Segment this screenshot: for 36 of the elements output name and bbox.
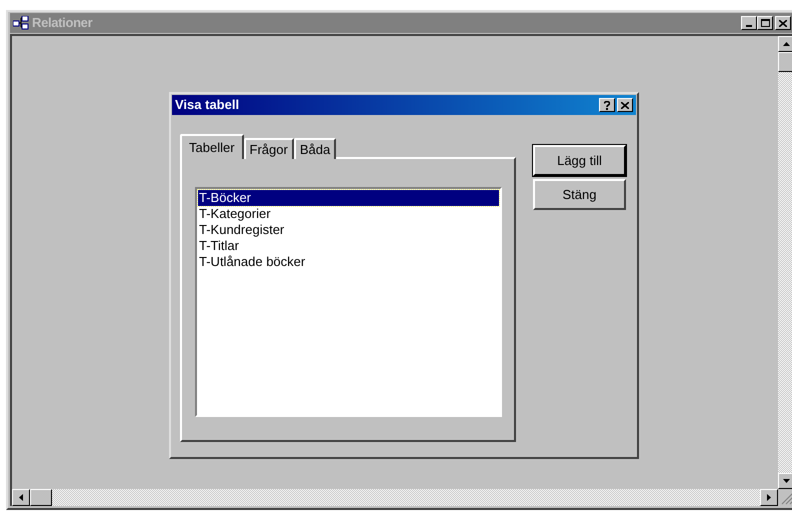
scroll-right-button[interactable] — [760, 489, 778, 506]
window-title: Relationer — [32, 14, 92, 32]
help-icon — [604, 100, 610, 110]
dialog-button[interactable]: Lägg till — [533, 145, 626, 176]
tab[interactable]: Frågor — [244, 138, 294, 159]
maximize-button[interactable] — [757, 16, 773, 30]
close-button[interactable] — [617, 98, 633, 112]
help-button[interactable] — [599, 98, 615, 112]
minimize-icon — [746, 25, 752, 27]
scroll-left-button[interactable] — [12, 489, 30, 506]
scroll-thumb[interactable] — [778, 52, 792, 72]
list-item[interactable]: T-Böcker — [198, 190, 499, 206]
relationships-icon — [13, 16, 29, 30]
tab[interactable]: Tabeller — [180, 134, 244, 159]
vertical-scrollbar[interactable] — [778, 36, 792, 489]
dialog-title: Visa tabell — [175, 96, 240, 114]
list-item[interactable]: T-Titlar — [198, 238, 499, 254]
scroll-thumb[interactable] — [30, 489, 52, 506]
left-arrow-icon — [19, 494, 23, 501]
minimize-button[interactable] — [741, 16, 757, 30]
tab[interactable]: Båda — [294, 138, 336, 159]
list-item[interactable]: T-Kundregister — [198, 222, 499, 238]
table-list[interactable]: T-Böcker T-Kategorier T-Kundregister T-Titlar T-Utlånade böcker — [195, 187, 502, 417]
scroll-down-button[interactable] — [778, 473, 792, 489]
right-arrow-icon — [767, 494, 771, 501]
list-item[interactable]: T-Utlånade böcker — [198, 254, 499, 270]
dialog-button[interactable]: Stäng — [533, 179, 626, 210]
up-arrow-icon — [782, 42, 790, 46]
list-item[interactable]: T-Kategorier — [198, 206, 499, 222]
horizontal-scrollbar[interactable] — [12, 489, 778, 506]
down-arrow-icon — [782, 479, 790, 483]
scroll-up-button[interactable] — [778, 36, 792, 52]
maximize-icon — [760, 19, 770, 27]
close-icon — [621, 102, 629, 108]
close-icon — [779, 20, 787, 26]
close-button[interactable] — [775, 16, 791, 30]
